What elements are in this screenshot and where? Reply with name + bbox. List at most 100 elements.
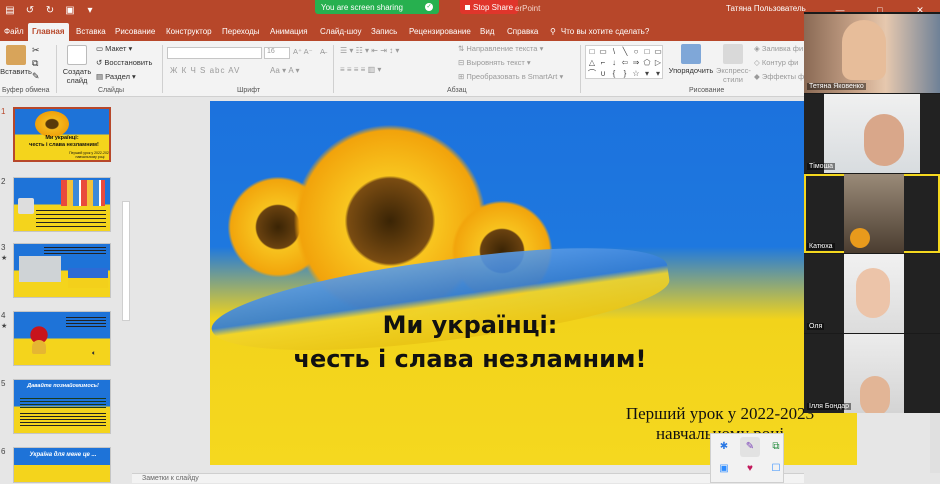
- slide-title[interactable]: Ми українці: честь і слава незламним!: [210, 308, 730, 376]
- slide-thumbnail-pane: 1 Ми українці: честь і слава незламним! …: [0, 97, 132, 483]
- quick-styles-button[interactable]: Экспресс- стили: [716, 44, 751, 84]
- thumb-text-lines: [20, 413, 106, 427]
- tab-insert[interactable]: Вставка: [72, 23, 110, 41]
- annotate-pen-icon[interactable]: ✎: [740, 437, 760, 457]
- layout-button[interactable]: ▭ Макет ▾: [96, 44, 132, 53]
- thumb-title: Ми українці:: [45, 135, 79, 141]
- tab-draw[interactable]: Рисование: [111, 23, 159, 41]
- screenshot-icon[interactable]: ⧉: [766, 437, 786, 457]
- paragraph-group-label: Абзац: [447, 87, 467, 94]
- customize-dropdown-icon[interactable]: ▾: [80, 5, 100, 16]
- whiteboard-icon[interactable]: ☐: [766, 459, 786, 479]
- tell-me-search[interactable]: ⚲ Что вы хотите сделать?: [550, 23, 649, 41]
- new-slide-button[interactable]: Создать слайд: [60, 45, 94, 85]
- group-divider: [56, 45, 57, 93]
- paste-button[interactable]: Вставить: [0, 45, 32, 76]
- present-icon[interactable]: ▣: [60, 5, 80, 16]
- tab-record[interactable]: Запись: [367, 23, 401, 41]
- thumb-text-lines: [66, 317, 106, 327]
- zoom-app-icon[interactable]: ▣: [714, 459, 734, 479]
- font-grow-icon[interactable]: A⁺ A⁻: [293, 47, 313, 56]
- participant-tile[interactable]: Тімоша: [804, 94, 940, 173]
- paste-icon: [6, 45, 26, 65]
- thumb-subtitle: честь і слава незламним!: [29, 142, 99, 148]
- smartart-button[interactable]: ⊞ Преобразовать в SmartArt ▾: [458, 72, 563, 81]
- stop-icon: [465, 4, 470, 10]
- tab-design[interactable]: Конструктор: [162, 23, 216, 41]
- tab-view[interactable]: Вид: [476, 23, 498, 41]
- tab-transitions[interactable]: Переходы: [218, 23, 264, 41]
- participant-tile[interactable]: Катюха: [804, 174, 940, 253]
- copy-icon[interactable]: ⧉: [32, 58, 38, 69]
- speaker-icon: 🔈︎: [92, 350, 97, 357]
- slides-group-label: Слайды: [98, 87, 125, 94]
- participant-name: Оля: [807, 323, 825, 330]
- thumb-text-lines: [36, 210, 106, 230]
- font-style-buttons[interactable]: Ж К Ч S abc AV: [170, 66, 240, 75]
- participant-tile[interactable]: Оля: [804, 254, 940, 333]
- participant-face: [864, 114, 904, 166]
- participant-tile[interactable]: Тетяна Яковенко: [804, 14, 940, 93]
- slide-number: 5: [1, 379, 6, 388]
- section-button[interactable]: ▤ Раздел ▾: [96, 72, 136, 81]
- tab-help[interactable]: Справка: [503, 23, 542, 41]
- sunflower-image: [35, 111, 69, 137]
- notes-pane[interactable]: Заметки к слайду: [132, 473, 804, 483]
- participant-name: Катюха: [807, 243, 835, 250]
- flags-image: [61, 180, 105, 206]
- reactions-icon[interactable]: ♥: [740, 459, 760, 479]
- screen-sharing-indicator: You are screen sharing ✓: [315, 0, 439, 14]
- account-name[interactable]: Татяна Пользователь: [726, 4, 806, 13]
- stop-share-button[interactable]: Stop Share: [460, 0, 519, 14]
- clear-format-icon[interactable]: A̶: [320, 47, 325, 56]
- reset-button[interactable]: ↺ Восстановить: [96, 58, 152, 67]
- thumbnail-scrollbar[interactable]: [122, 201, 130, 321]
- background-object: [850, 228, 870, 248]
- font-case-icon[interactable]: Аа ▾ A ▾: [270, 66, 299, 75]
- group-divider: [580, 45, 581, 93]
- shapes-gallery[interactable]: □ ▭ \ ╲ ○ □ ▭ △ ⌐ ↓ ⇦ ⇒ ⬠ ▷ ⌒ ∪{} ☆ ▾ ▾: [585, 45, 663, 79]
- ribbon: Вставить ✂ ⧉ ✎ Буфер обмена Создать слай…: [0, 41, 940, 97]
- shape-effects-button[interactable]: ◆ Эффекты ф: [754, 72, 804, 81]
- font-size-field[interactable]: 16: [264, 47, 290, 59]
- slide-thumbnail-2[interactable]: [13, 177, 111, 232]
- map-image: [19, 256, 61, 282]
- align-text-button[interactable]: ⊟ Выровнять текст ▾: [458, 58, 531, 67]
- new-slide-icon: [67, 45, 87, 65]
- save-icon[interactable]: ▤: [0, 5, 20, 16]
- clipboard-group-label: Буфер обмена: [2, 87, 50, 94]
- undo-icon[interactable]: ↺: [20, 5, 40, 16]
- list-buttons[interactable]: ☰ ▾ ☷ ▾ ⇤ ⇥ ↕ ▾: [340, 46, 399, 55]
- sharing-toolbar: ✱ ✎ ⧉ ▣ ♥ ☐: [710, 433, 784, 483]
- drawing-group-label: Рисование: [689, 87, 725, 94]
- slide-thumbnail-3[interactable]: [13, 243, 111, 298]
- quick-styles-icon: [723, 44, 743, 64]
- text-direction-button[interactable]: ⇅ Направление текста ▾: [458, 44, 543, 53]
- tab-home[interactable]: Главная: [28, 23, 69, 41]
- tab-file[interactable]: Файл: [0, 23, 28, 41]
- current-slide[interactable]: Ми українці: честь і слава незламним! Пе…: [210, 101, 857, 465]
- slide-thumbnail-5[interactable]: Давайте познайомимось!: [13, 379, 111, 434]
- cut-icon[interactable]: ✂: [32, 45, 40, 56]
- thumb-small-text: Перший урок у 2022-2023 навчальному році: [69, 151, 111, 159]
- app-title: erPoint: [515, 4, 541, 13]
- video-participants-panel: Тетяна Яковенко Тімоша Катюха Оля Ілля Б…: [804, 12, 940, 413]
- ribbon-tabs: Файл Главная Вставка Рисование Конструкт…: [0, 20, 940, 41]
- tab-animations[interactable]: Анимация: [266, 23, 312, 41]
- slide-thumbnail-4[interactable]: 🔈︎: [13, 311, 111, 366]
- align-buttons[interactable]: ≡ ≡ ≡ ≡ ▥ ▾: [340, 65, 381, 74]
- font-name-field[interactable]: [167, 47, 262, 59]
- arrange-button[interactable]: Упорядочить: [666, 44, 716, 75]
- thumb-title: Давайте познайомимось!: [27, 383, 99, 389]
- title-bar: ▤ ↺ ↻ ▣ ▾ You are screen sharing ✓ Stop …: [0, 0, 940, 20]
- shape-outline-button[interactable]: ◇ Контур фи: [754, 58, 798, 67]
- format-painter-icon[interactable]: ✎: [32, 71, 40, 82]
- slide-thumbnail-1[interactable]: Ми українці: честь і слава незламним! Пе…: [13, 107, 111, 162]
- tab-review[interactable]: Рецензирование: [405, 23, 475, 41]
- shape-fill-button[interactable]: ◈ Заливка фи: [754, 44, 803, 53]
- participant-tile[interactable]: Ілля Бондар: [804, 334, 940, 413]
- redo-icon[interactable]: ↻: [40, 5, 60, 16]
- slide-thumbnail-6[interactable]: Україна для мене це ...: [13, 447, 111, 483]
- tab-slideshow[interactable]: Слайд-шоу: [316, 23, 365, 41]
- bluetooth-icon[interactable]: ✱: [714, 437, 734, 457]
